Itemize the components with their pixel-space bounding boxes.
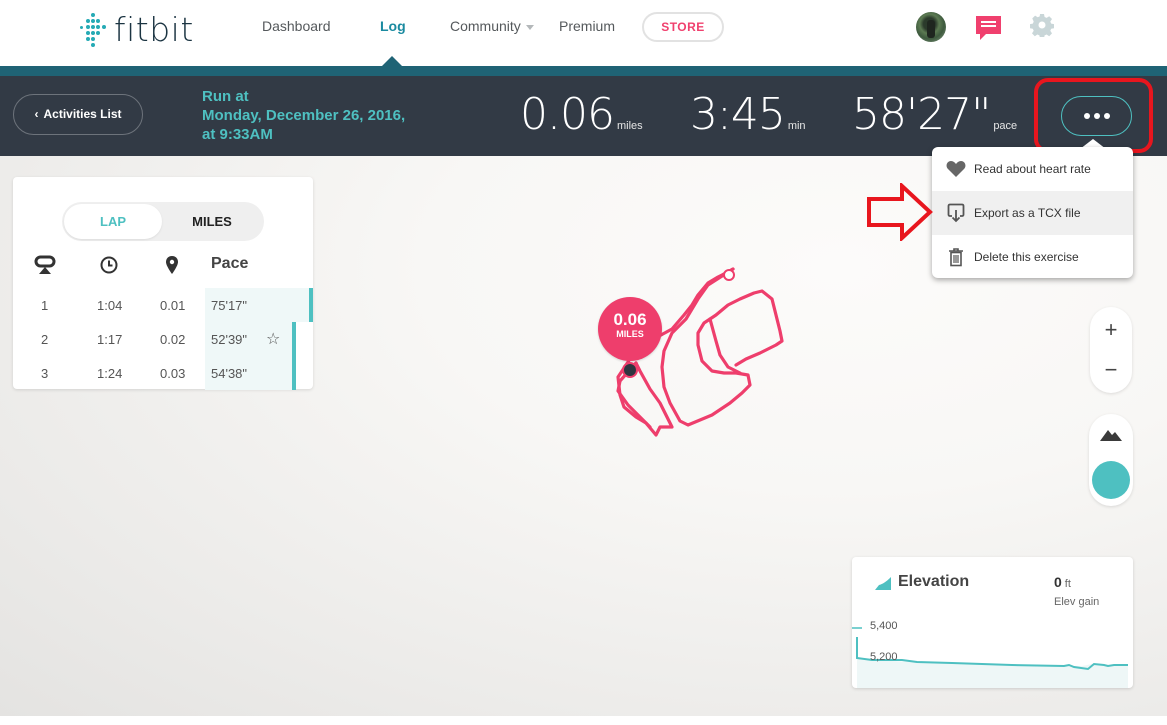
duration-value: 3:45 (690, 89, 786, 140)
elevation-area (857, 637, 1128, 688)
elevation-gain-value: 0 (1054, 574, 1062, 590)
pace-header: Pace (211, 255, 249, 272)
mountain-icon (1100, 430, 1122, 441)
lap-number: 3 (41, 366, 49, 381)
activities-list-button[interactable]: ‹ Activities List (13, 94, 143, 135)
lap-number: 2 (41, 332, 49, 347)
elevation-icon (875, 577, 891, 590)
terrain-toggle-knob[interactable] (1092, 461, 1130, 499)
distance-unit: miles (616, 120, 643, 132)
clock-icon (100, 256, 118, 274)
duration-unit: min (787, 120, 806, 132)
elevation-gain: 0 ft (1054, 574, 1071, 590)
export-download-icon (945, 202, 967, 224)
lap-pace: 54'38" (211, 366, 248, 381)
lap-time: 1:24 (97, 366, 123, 381)
menu-item-delete[interactable]: Delete this exercise (932, 235, 1133, 279)
route-path (660, 267, 784, 427)
lap-time: 1:04 (97, 298, 123, 313)
activity-time: at 9:33AM (202, 126, 273, 143)
distance-marker-value: 0.06 (613, 310, 647, 329)
chevron-left-icon: ‹ (34, 107, 39, 121)
menu-item-export-tcx[interactable]: Export as a TCX file (932, 191, 1133, 235)
elevation-gain-unit: ft (1064, 578, 1071, 590)
options-menu: Read about heart rate Export as a TCX fi… (932, 147, 1133, 278)
lap-miles-toggle: LAP MILES (62, 202, 264, 241)
nav-premium[interactable]: Premium (559, 18, 615, 34)
pace-bar (292, 356, 296, 390)
nav-community[interactable]: Community (450, 18, 534, 34)
lap-row[interactable]: 2 1:17 0.02 52'39" ☆ (13, 322, 313, 356)
messages-icon[interactable] (976, 16, 1001, 40)
zoom-in-button[interactable]: + (1090, 310, 1132, 350)
annotation-arrow-icon (867, 183, 933, 241)
nav-community-label: Community (450, 18, 521, 34)
terrain-toggle[interactable] (1089, 414, 1133, 506)
lap-row[interactable]: 3 1:24 0.03 54'38" (13, 356, 313, 390)
lap-pace: 52'39" (211, 332, 248, 347)
nav-dashboard[interactable]: Dashboard (262, 18, 331, 34)
lap-time: 1:17 (97, 332, 123, 347)
lap-icon (34, 255, 56, 274)
pace-bar (292, 322, 296, 356)
store-button[interactable]: STORE (642, 12, 724, 42)
laps-card: LAP MILES Pace 1 1:04 0.01 75'17" 2 1:17… (13, 177, 313, 390)
map-zoom-control: + − (1090, 307, 1132, 393)
stat-distance: 0.06 miles (520, 89, 643, 140)
fitbit-logo-icon (78, 12, 108, 47)
elevation-gain-label: Elev gain (1054, 596, 1100, 608)
distance-marker[interactable]: 0.06 MILES (598, 297, 662, 361)
toggle-lap[interactable]: LAP (64, 204, 162, 239)
trash-icon (945, 246, 967, 268)
activity-date: Monday, December 26, 2016, (202, 107, 406, 124)
menu-item-label: Export as a TCX file (974, 206, 1081, 220)
menu-item-label: Delete this exercise (974, 250, 1079, 264)
active-nav-indicator (381, 56, 403, 67)
activity-header: ‹ Activities List Run at Monday, December… (0, 76, 1167, 156)
top-navigation: fitbit Dashboard Log Community Premium S… (0, 0, 1167, 66)
best-lap-star-icon: ☆ (266, 331, 281, 348)
elevation-tick-label: 5,200 (870, 651, 898, 663)
lap-row[interactable]: 1 1:04 0.01 75'17" (13, 288, 313, 322)
lap-distance: 0.03 (160, 366, 186, 381)
stat-pace: 58'27" pace (852, 89, 1017, 140)
distance-value: 0.06 (520, 89, 615, 140)
pace-unit: pace (993, 120, 1018, 132)
lap-distance: 0.01 (160, 298, 186, 313)
nav-divider-bar (0, 66, 1167, 76)
pace-value: 58'27" (852, 89, 991, 140)
fitbit-logo[interactable]: fitbit (78, 10, 194, 49)
elevation-tick-label: 5,400 (870, 620, 898, 632)
activity-type: Run at (202, 88, 249, 105)
menu-item-heart-rate[interactable]: Read about heart rate (932, 147, 1133, 191)
stat-duration: 3:45 min (690, 89, 806, 140)
menu-item-label: Read about heart rate (974, 162, 1091, 176)
route-start-marker (723, 269, 735, 281)
lap-number: 1 (41, 298, 49, 313)
elevation-title: Elevation (898, 573, 970, 590)
lap-pace: 75'17" (211, 298, 248, 313)
elevation-card: Elevation 0 ft Elev gain 5,400 5,200 (852, 557, 1133, 688)
location-pin-icon (166, 256, 178, 274)
avatar[interactable] (916, 12, 946, 42)
lap-distance: 0.02 (160, 332, 186, 347)
activities-list-label: Activities List (43, 107, 122, 121)
toggle-miles[interactable]: MILES (163, 204, 261, 239)
settings-gear-icon[interactable] (1030, 13, 1054, 37)
brand-name: fitbit (114, 10, 194, 49)
activity-title: Run at Monday, December 26, 2016, at 9:3… (202, 87, 405, 144)
current-position-marker (622, 362, 638, 378)
heart-icon (945, 158, 967, 180)
distance-marker-unit: MILES (616, 329, 644, 339)
pace-bar (309, 288, 313, 322)
nav-log[interactable]: Log (380, 18, 406, 34)
zoom-out-button[interactable]: − (1090, 350, 1132, 390)
page-bottom (0, 716, 1167, 725)
chevron-down-icon (525, 24, 534, 30)
